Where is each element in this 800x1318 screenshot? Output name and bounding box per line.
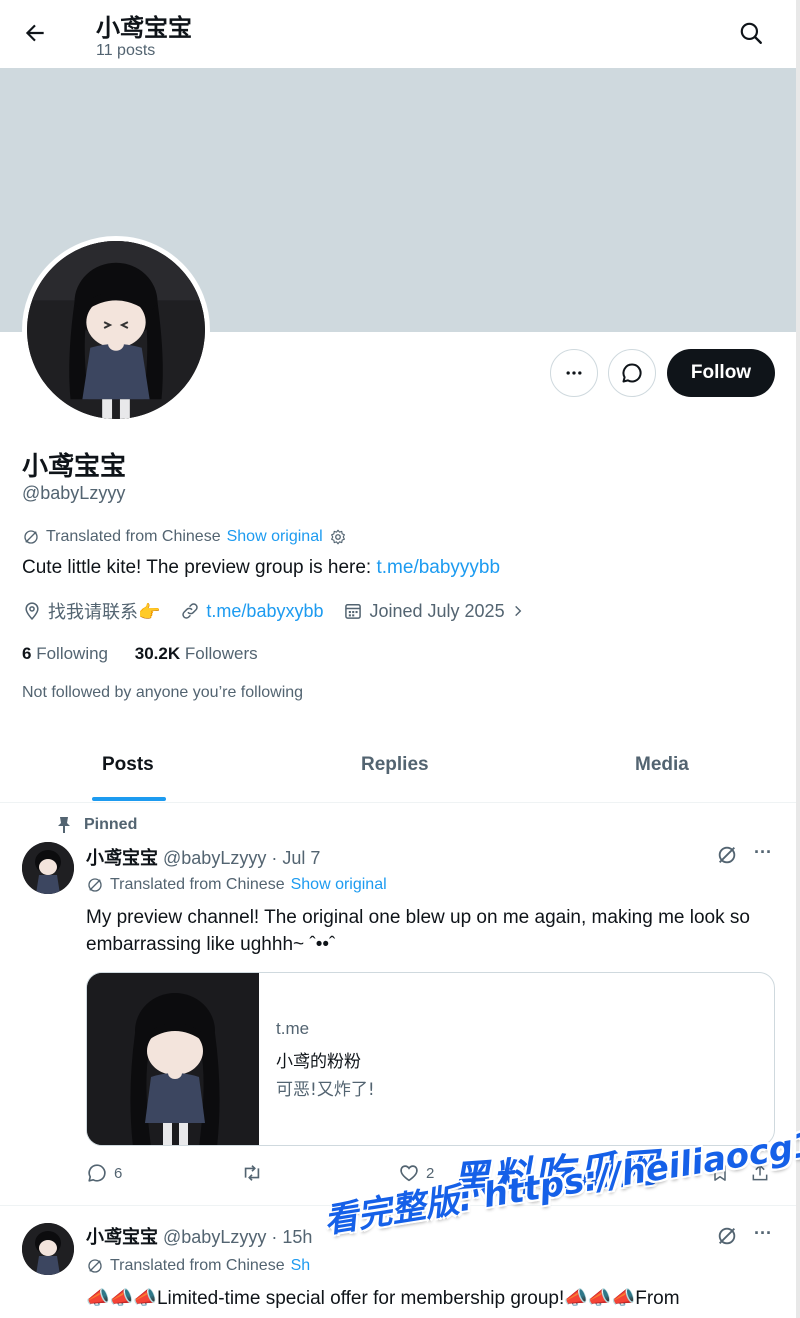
translate-icon — [24, 530, 38, 544]
message-button[interactable] — [608, 349, 656, 397]
top-bar: 小鸢宝宝 11 posts — [0, 0, 796, 68]
location-text: 找我请联系👉 — [48, 602, 161, 623]
reply-count: 6 — [114, 1164, 123, 1182]
following-stat[interactable]: 6 Following — [22, 644, 108, 663]
pinned-label-row: Pinned — [56, 816, 137, 834]
translated-label: Translated from Chinese — [110, 876, 285, 893]
card-description: 可恶!又炸了! — [276, 1080, 375, 1100]
post[interactable]: 小鸢宝宝 @babyLzyyy · 15h ··· Translated fro… — [0, 1207, 796, 1318]
more-dots-icon — [566, 371, 582, 375]
card-image — [87, 973, 259, 1145]
grok-translate-icon[interactable] — [716, 844, 738, 866]
post-text: My preview channel! The original one ble… — [86, 907, 750, 955]
website-item[interactable]: t.me/babyxybb — [180, 601, 323, 622]
reply-action[interactable]: 6 — [86, 1162, 122, 1184]
grok-translate-icon[interactable] — [716, 1225, 738, 1247]
post-actions: 6 2 — [86, 1162, 776, 1186]
followers-stat[interactable]: 30.2K Followers — [135, 644, 258, 663]
bio-translation-note: Translated from Chinese Show original — [22, 528, 347, 546]
post-header: 小鸢宝宝 @babyLzyyy · Jul 7 — [86, 844, 320, 870]
not-followed-note: Not followed by anyone you’re following — [22, 684, 304, 701]
chevron-right-icon — [514, 605, 521, 617]
post-author-avatar[interactable] — [22, 1223, 74, 1275]
avatar-thumbnail — [22, 1223, 74, 1275]
card-thumbnail — [87, 973, 259, 1145]
translate-icon — [88, 878, 102, 892]
post-more-icon[interactable]: ··· — [754, 1223, 772, 1244]
like-count: 2 — [426, 1164, 435, 1182]
location-item: 找我请联系👉 — [22, 598, 160, 624]
post-handle-time[interactable]: @babyLzyyy · 15h — [163, 1227, 312, 1247]
post-author-avatar[interactable] — [22, 842, 74, 894]
avatar-thumbnail — [22, 842, 74, 894]
show-original-link[interactable]: Sh — [291, 1257, 311, 1275]
post-translation-note: Translated from Chinese Sh — [86, 1257, 310, 1275]
gear-icon[interactable] — [329, 528, 347, 546]
following-count: 6 — [22, 644, 32, 663]
profile-tabs: Posts Replies Media — [0, 740, 796, 803]
active-tab-indicator — [92, 797, 166, 801]
search-icon[interactable] — [738, 20, 764, 46]
follow-button[interactable]: Follow — [667, 349, 775, 397]
calendar-icon — [345, 604, 362, 619]
reply-icon — [88, 1164, 106, 1182]
post-translation-note: Translated from Chinese Show original — [86, 876, 387, 894]
joined-text: Joined July 2025 — [369, 600, 505, 621]
post-text: 📣📣📣Limited-time special offer for member… — [86, 1288, 680, 1309]
followers-count: 30.2K — [134, 644, 181, 663]
profile-bio: Cute little kite! The preview group is h… — [22, 557, 500, 579]
profile-avatar[interactable] — [22, 236, 210, 424]
follow-stats: 6 Following 30.2K Followers — [22, 644, 258, 664]
back-arrow-icon[interactable] — [22, 20, 48, 46]
repost-action[interactable] — [240, 1162, 264, 1184]
followers-label: Followers — [184, 644, 258, 663]
bookmark-action[interactable] — [710, 1162, 730, 1184]
header-display-name: 小鸢宝宝 — [96, 14, 192, 42]
chat-bubble-icon — [622, 363, 642, 383]
translate-icon — [88, 1259, 102, 1273]
profile-meta: 找我请联系👉 t.me/babyxybb Joined July 2025 — [22, 598, 545, 624]
bio-link[interactable]: t.me/babyyybb — [377, 557, 501, 578]
like-action[interactable]: 2 — [398, 1162, 434, 1184]
post-header: 小鸢宝宝 @babyLzyyy · 15h — [86, 1223, 312, 1249]
location-pin-icon — [25, 602, 39, 620]
following-label: Following — [36, 644, 109, 663]
bookmark-icon — [714, 1165, 726, 1181]
post-more-icon[interactable]: ··· — [754, 842, 772, 863]
pinned-post[interactable]: Pinned 小鸢宝宝 @babyLzyyy · Jul 7 ··· Trans… — [0, 804, 796, 1206]
post-handle-time[interactable]: @babyLzyyy · Jul 7 — [163, 848, 320, 868]
link-preview-card[interactable]: t.me 小鸢的粉粉 可恶!又炸了! — [86, 972, 775, 1146]
scrollbar[interactable] — [796, 0, 800, 1318]
post-author-name[interactable]: 小鸢宝宝 — [86, 1227, 158, 1248]
tab-media[interactable]: Media — [635, 754, 689, 776]
pin-icon — [58, 817, 70, 833]
translated-label: Translated from Chinese — [110, 1257, 285, 1274]
card-title: 小鸢的粉粉 — [276, 1052, 361, 1072]
post-author-name[interactable]: 小鸢宝宝 — [86, 848, 158, 869]
link-icon — [182, 603, 199, 619]
joined-item[interactable]: Joined July 2025 — [343, 601, 524, 622]
heart-icon — [400, 1165, 418, 1182]
tab-posts[interactable]: Posts — [102, 754, 154, 776]
bio-text: Cute little kite! The preview group is h… — [22, 557, 377, 578]
show-original-link[interactable]: Show original — [291, 876, 387, 894]
show-original-link[interactable]: Show original — [227, 528, 323, 546]
profile-display-name: 小鸢宝宝 — [22, 452, 127, 482]
card-domain: t.me — [276, 1019, 310, 1038]
share-icon — [752, 1164, 768, 1181]
website-link[interactable]: t.me/babyxybb — [206, 601, 323, 622]
header-post-count: 11 posts — [96, 42, 156, 59]
repost-icon — [244, 1165, 260, 1181]
translated-label: Translated from Chinese — [46, 528, 221, 545]
profile-handle: @babyLzyyy — [22, 483, 126, 503]
more-options-button[interactable] — [550, 349, 598, 397]
pinned-label: Pinned — [84, 816, 138, 833]
avatar-image — [27, 241, 205, 419]
share-action[interactable] — [750, 1162, 770, 1184]
tab-replies[interactable]: Replies — [361, 754, 429, 776]
